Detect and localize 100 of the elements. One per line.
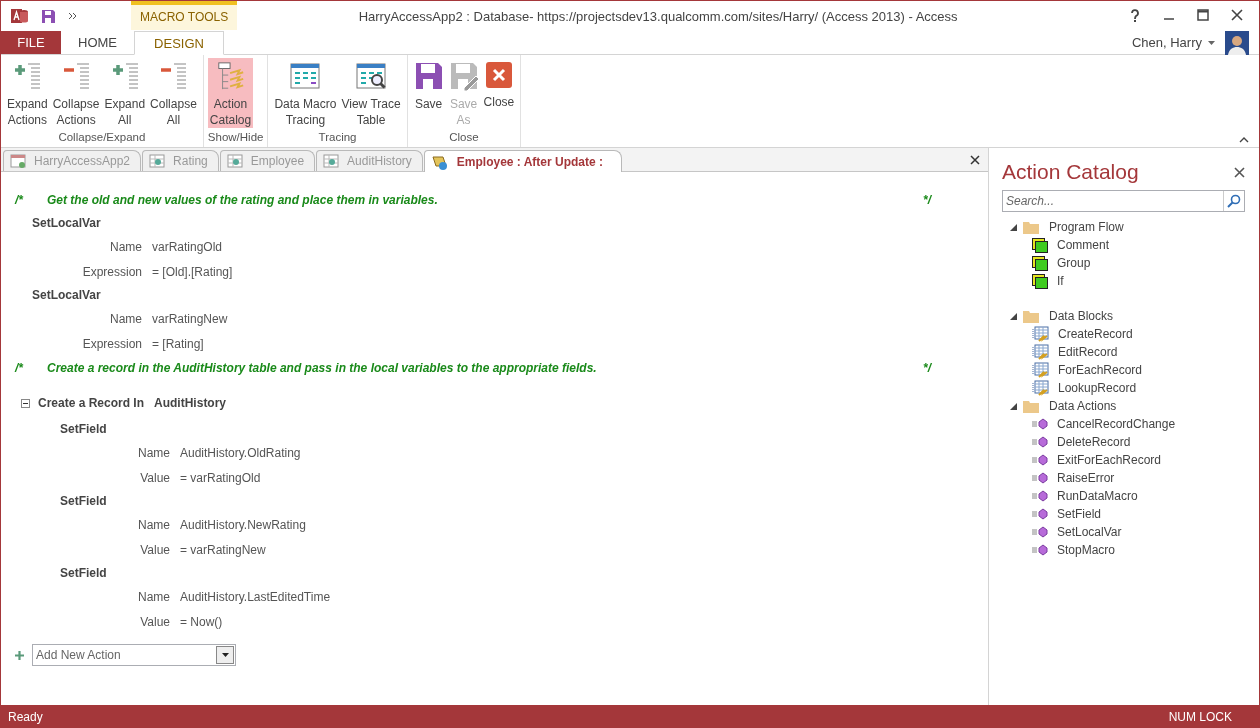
table-lightning-icon xyxy=(1032,344,1049,360)
add-action-dropdown[interactable]: Add New Action xyxy=(32,644,236,666)
document-tab[interactable]: Employee : After Update : xyxy=(423,150,623,172)
catalog-item[interactable]: CreateRecord xyxy=(1058,327,1133,341)
catalog-item[interactable]: RaiseError xyxy=(1057,471,1115,485)
ribbon-button[interactable]: Expand All xyxy=(102,58,148,128)
nested-squares-icon xyxy=(1032,255,1048,271)
collapse-icon[interactable] xyxy=(21,398,30,408)
ribbon-tab[interactable]: HOME xyxy=(61,31,134,54)
expanded-arrow-icon[interactable] xyxy=(1010,223,1017,231)
catalog-item[interactable]: EditRecord xyxy=(1058,345,1118,359)
plus-icon xyxy=(15,650,24,660)
expanded-arrow-icon[interactable] xyxy=(1010,402,1017,410)
argument-value[interactable]: varRatingOld xyxy=(152,239,223,254)
action-name[interactable]: SetLocalVar xyxy=(32,284,988,306)
ribbon-button[interactable]: Expand Actions xyxy=(5,58,50,128)
expanded-arrow-icon[interactable] xyxy=(1010,312,1017,320)
ribbon-group-label: Collapse/Expand xyxy=(57,131,147,145)
ribbon-button[interactable]: Collapse Actions xyxy=(50,58,102,128)
close-icon[interactable] xyxy=(970,154,980,165)
catalog-item[interactable]: CancelRecordChange xyxy=(1057,417,1176,431)
action-name[interactable]: SetField xyxy=(60,490,988,512)
status-text: Ready xyxy=(8,709,43,724)
ribbon-tab[interactable]: DESIGN xyxy=(134,31,224,55)
argument-value[interactable]: = varRatingOld xyxy=(180,470,261,485)
catalog-item[interactable]: Group xyxy=(1057,256,1091,270)
argument-label: Name xyxy=(109,239,143,254)
close-icon[interactable] xyxy=(1231,9,1243,21)
catalog-item[interactable]: SetField xyxy=(1057,507,1102,521)
collapse-ribbon-icon[interactable] xyxy=(1239,137,1249,143)
catalog-item[interactable]: ForEachRecord xyxy=(1058,363,1143,377)
more-commands-icon[interactable] xyxy=(68,12,77,20)
tree-group-label[interactable]: Program Flow xyxy=(1049,220,1124,234)
search-icon[interactable] xyxy=(1227,194,1241,208)
avatar[interactable] xyxy=(1225,30,1249,55)
gem-icon xyxy=(1032,472,1048,484)
argument-label: Expression xyxy=(81,264,143,279)
ribbon-button[interactable]: Save xyxy=(411,58,446,128)
comment-marker: /* xyxy=(15,193,24,207)
argument-value[interactable]: = [Rating] xyxy=(152,336,204,351)
pane-title: Action Catalog xyxy=(1002,160,1139,184)
close-icon[interactable] xyxy=(1234,166,1245,178)
catalog-item[interactable]: LookupRecord xyxy=(1058,381,1137,395)
argument-value[interactable]: AuditHistory.LastEditedTime xyxy=(180,589,331,604)
catalog-item[interactable]: SetLocalVar xyxy=(1057,525,1122,539)
comment-marker: */ xyxy=(923,193,931,207)
argument-value[interactable]: AuditHistory.NewRating xyxy=(180,517,306,532)
window-title: HarryAccessApp2 : Database- https://projectsdev13.qualcomm.com/sites/Harry/ (Access 2013) - Access xyxy=(357,8,959,24)
ribbon-group-label: Tracing xyxy=(317,131,358,145)
table-globe-icon xyxy=(323,154,340,168)
block-target[interactable]: AuditHistory xyxy=(154,396,227,410)
ribbon-button[interactable]: Data Macro Tracing xyxy=(272,58,339,128)
argument-value[interactable]: = varRatingNew xyxy=(180,542,266,557)
tree-group-label[interactable]: Data Actions xyxy=(1049,399,1117,413)
action-name[interactable]: SetField xyxy=(60,562,988,584)
catalog-item[interactable]: StopMacro xyxy=(1057,543,1116,557)
nested-squares-icon xyxy=(1032,237,1048,253)
dropdown-icon[interactable] xyxy=(221,653,229,657)
gem-icon xyxy=(1032,544,1048,556)
catalog-item[interactable]: If xyxy=(1057,274,1064,288)
block-title: Create a Record In xyxy=(38,396,145,410)
app-logo-icon[interactable] xyxy=(11,7,29,25)
save-icon[interactable] xyxy=(41,8,56,24)
floppy-pencil-icon xyxy=(448,61,479,91)
ribbon-button[interactable]: Action Catalog xyxy=(207,58,254,128)
argument-value[interactable]: = [Old].[Rating] xyxy=(152,264,233,279)
ribbon-group-label: Show/Hide xyxy=(207,131,264,145)
scroll-globe-icon xyxy=(430,153,449,170)
argument-label: Value xyxy=(139,614,171,629)
ribbon-tab[interactable]: FILE xyxy=(1,31,61,54)
argument-value[interactable]: AuditHistory.OldRating xyxy=(180,445,301,460)
gem-icon xyxy=(1032,454,1048,466)
table-globe-icon xyxy=(226,154,243,168)
close-icon xyxy=(484,61,513,89)
catalog-item[interactable]: RunDataMacro xyxy=(1057,489,1138,503)
ribbon-button[interactable]: Collapse All xyxy=(148,58,199,128)
action-name[interactable]: SetField xyxy=(60,418,988,440)
argument-value[interactable]: varRatingNew xyxy=(152,311,228,326)
maximize-icon[interactable] xyxy=(1197,9,1209,21)
help-icon[interactable] xyxy=(1129,9,1141,23)
table-lightning-icon xyxy=(1032,326,1049,342)
catalog-item[interactable]: ExitForEachRecord xyxy=(1057,453,1162,467)
nested-squares-icon xyxy=(1032,273,1048,289)
catalog-item[interactable]: Comment xyxy=(1057,238,1109,252)
comment-marker: /* xyxy=(15,361,24,375)
grid-magnifier-icon xyxy=(355,61,388,91)
catalog-item[interactable]: DeleteRecord xyxy=(1057,435,1131,449)
user-name[interactable]: Chen, Harry xyxy=(1131,35,1202,50)
table-lightning-icon xyxy=(1032,380,1049,396)
action-name[interactable]: SetLocalVar xyxy=(32,212,988,234)
search-box[interactable]: Search... xyxy=(1002,190,1245,212)
argument-label: Name xyxy=(137,517,171,532)
tree-group-label[interactable]: Data Blocks xyxy=(1049,309,1114,323)
comment-text[interactable]: Get the old and new values of the rating and place them in variables. xyxy=(47,193,923,207)
ribbon-button[interactable]: Close xyxy=(481,58,517,128)
ribbon-button[interactable]: View Trace Table xyxy=(339,58,403,128)
argument-label: Value xyxy=(139,470,171,485)
comment-marker: */ xyxy=(923,361,931,375)
argument-value[interactable]: = Now() xyxy=(180,614,223,629)
comment-text[interactable]: Create a record in the AuditHistory table and pass in the local variables to the appropriate fields. xyxy=(47,361,923,375)
